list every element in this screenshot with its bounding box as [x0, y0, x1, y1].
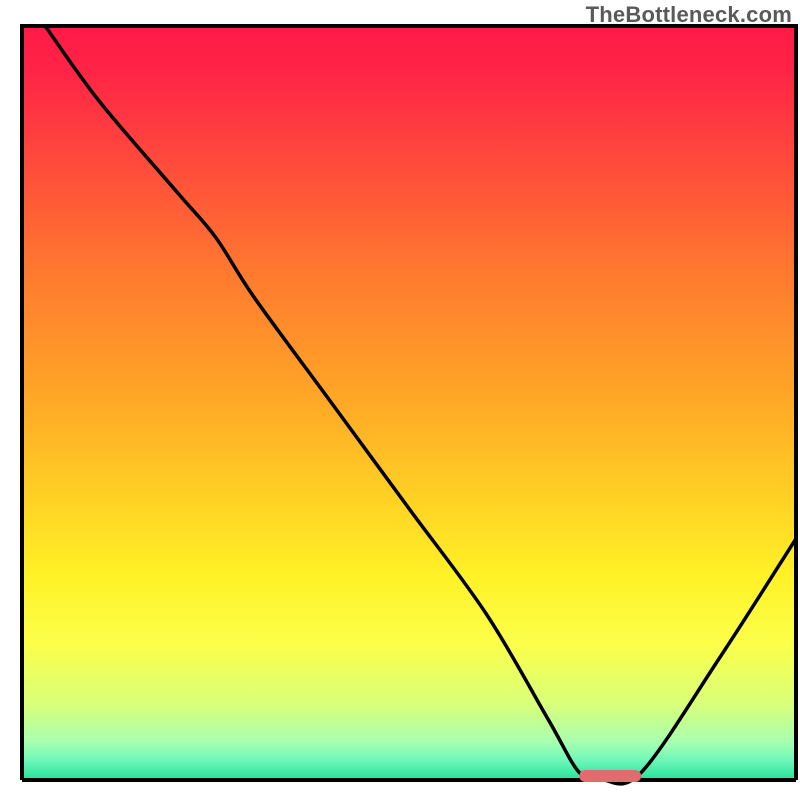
bottleneck-chart	[0, 0, 800, 800]
chart-container: TheBottleneck.com	[0, 0, 800, 800]
optimal-zone-marker	[579, 770, 641, 782]
plot-background	[22, 26, 796, 780]
watermark-text: TheBottleneck.com	[586, 2, 792, 28]
